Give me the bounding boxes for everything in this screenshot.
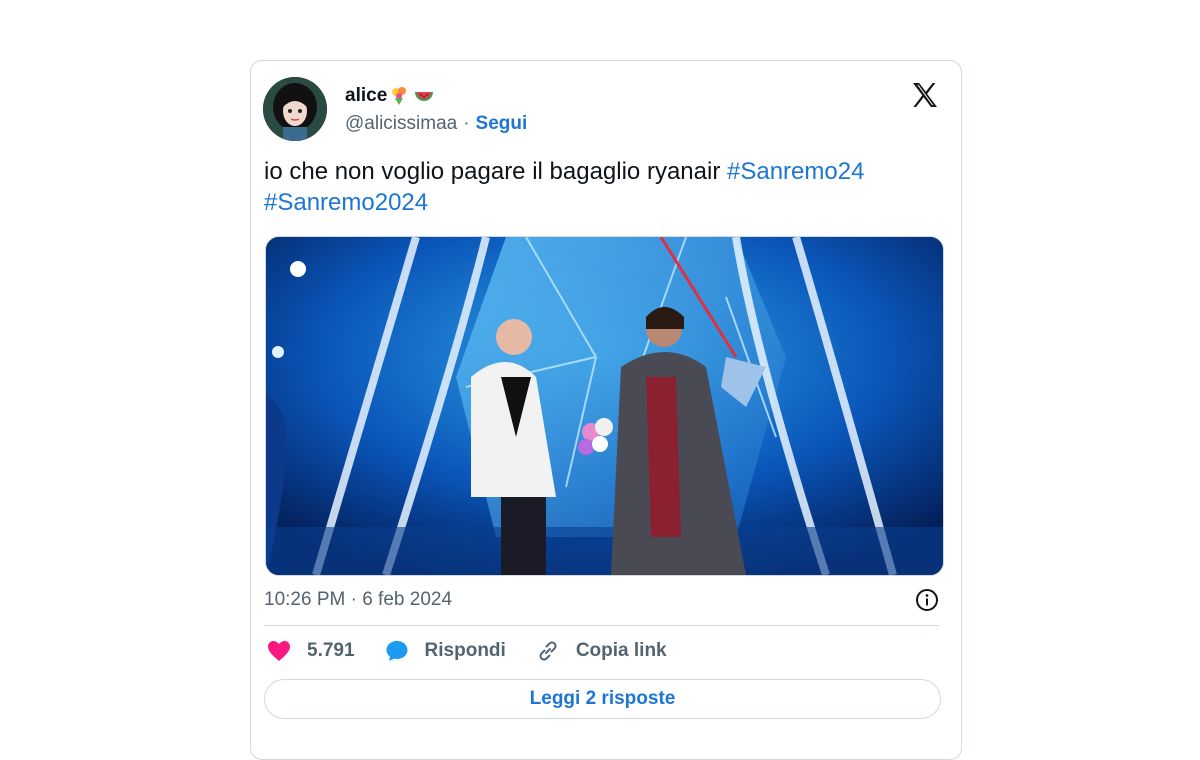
hashtag-sanremo24[interactable]: #Sanremo24 [727,158,864,185]
tweet-actions: 5.791 Rispondi Copia link [267,639,697,663]
tweet-embed-card: alice @alicissimaa · Segui io che non vo… [250,60,962,760]
hashtag-sanremo2024[interactable]: #Sanremo2024 [264,189,428,216]
tweet-text: io che non voglio pagare il bagaglio rya… [264,156,944,218]
x-logo-icon[interactable] [909,79,941,111]
link-icon [539,641,557,661]
divider [264,625,939,626]
bouquet-emoji-icon [389,86,411,106]
copy-link-label: Copia link [575,640,667,661]
like-count: 5.791 [307,640,355,661]
display-name[interactable]: alice [345,85,387,107]
reply-label: Rispondi [424,640,506,661]
like-button[interactable]: 5.791 [267,640,355,662]
avatar[interactable] [263,77,327,141]
tweet-meta: 10:26 PM · 6 feb 2024 [264,588,939,612]
reply-button[interactable]: Rispondi [385,639,506,663]
separator-dot: · [463,113,470,134]
read-replies-button[interactable]: Leggi 2 risposte [264,679,941,719]
heart-icon [268,641,290,661]
tweet-body: io che non voglio pagare il bagaglio rya… [264,158,727,185]
copy-link-button[interactable]: Copia link [536,639,667,663]
timestamp[interactable]: 10:26 PM · 6 feb 2024 [264,589,452,611]
speech-bubble-icon [386,641,408,661]
tweet-header: alice @alicissimaa · Segui [263,77,945,141]
info-icon[interactable] [915,588,939,612]
tweet-media-image[interactable] [265,236,944,576]
user-handle[interactable]: @alicissimaa [345,113,457,135]
watermelon-emoji-icon [413,86,435,106]
follow-button[interactable]: Segui [476,113,528,135]
